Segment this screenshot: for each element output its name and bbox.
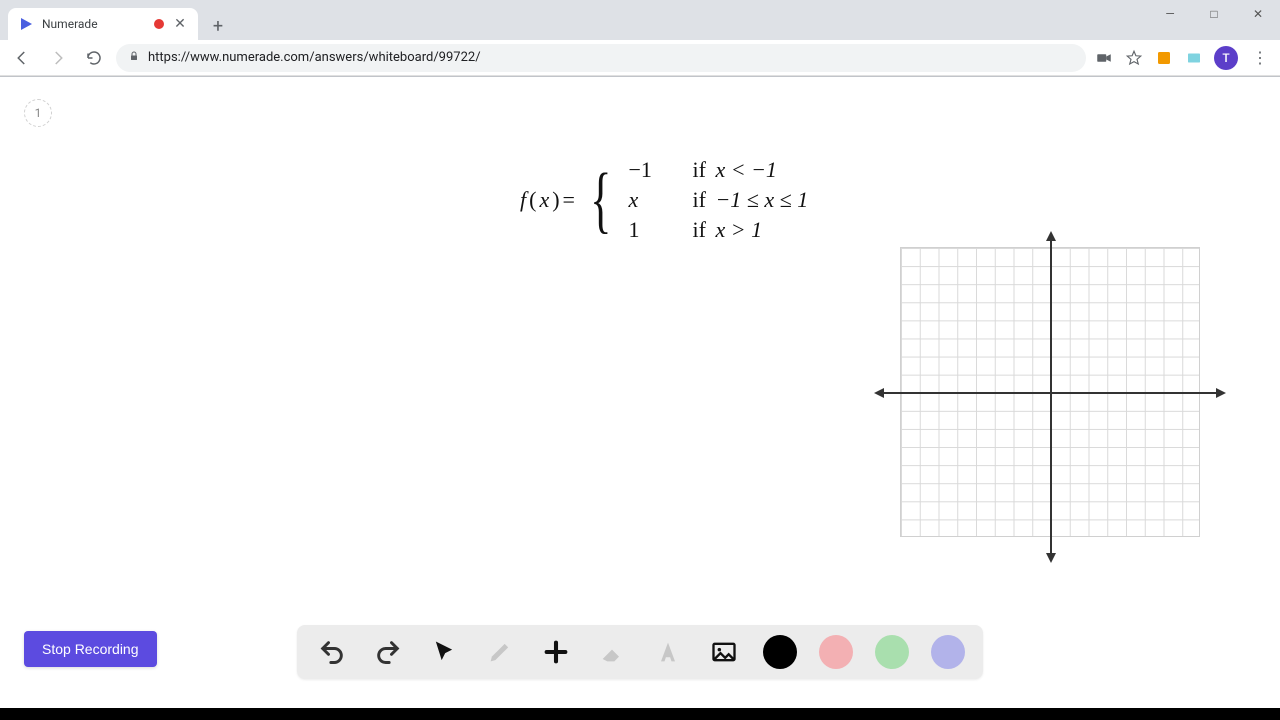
profile-avatar[interactable]: T [1214,46,1238,70]
x-axis [880,392,1220,394]
undo-button[interactable] [315,635,349,669]
cond-expr: x > 1 [715,217,762,242]
image-tool[interactable] [707,635,741,669]
tab-strip: Numerade ✕ + [0,0,1280,40]
formula-f: f [520,187,526,213]
formula-cases: −1 if x < −1 x if −1 ≤ x ≤ 1 1 if x > 1 [629,157,809,243]
window-controls: — □ ✕ [1148,0,1280,28]
window-close-button[interactable]: ✕ [1236,0,1280,28]
stop-recording-button[interactable]: Stop Recording [24,631,157,667]
browser-chrome: — □ ✕ Numerade ✕ + https://www.numerade [0,0,1280,77]
redo-button[interactable] [371,635,405,669]
formula-paren-open: ( [529,187,536,213]
color-green-button[interactable] [875,635,909,669]
whiteboard-toolbar [297,625,983,679]
graph-container [890,237,1210,557]
piecewise-formula: f ( x ) = { −1 if x < −1 x if −1 ≤ x ≤ 1 [520,157,808,243]
video-extension-icon[interactable] [1094,48,1114,68]
color-black-button[interactable] [763,635,797,669]
formula-paren-close: ) [552,187,559,213]
arrow-down-icon [1046,553,1056,563]
case-row-3: 1 if x > 1 [629,217,809,243]
url-text: https://www.numerade.com/answers/whitebo… [148,50,481,65]
case-value: 1 [629,217,665,243]
lock-icon [128,50,140,65]
page-number-badge[interactable]: 1 [24,99,52,127]
toolbar-right: T ⋮ [1094,46,1272,70]
text-tool[interactable] [651,635,685,669]
case-row-1: −1 if x < −1 [629,157,809,183]
extension-icon-2[interactable] [1184,48,1204,68]
browser-menu-button[interactable]: ⋮ [1248,48,1272,67]
color-red-button[interactable] [819,635,853,669]
case-condition: if −1 ≤ x ≤ 1 [693,187,809,213]
case-row-2: x if −1 ≤ x ≤ 1 [629,187,809,213]
recording-indicator-icon [154,19,164,29]
formula-equals: = [563,187,575,213]
case-condition: if x > 1 [693,217,763,243]
case-value: −1 [629,157,665,183]
add-tool[interactable] [539,635,573,669]
case-value: x [629,187,665,213]
coordinate-grid[interactable] [890,237,1210,557]
pencil-tool[interactable] [483,635,517,669]
window-maximize-button[interactable]: □ [1192,0,1236,28]
back-button[interactable] [8,44,36,72]
if-text: if [693,187,706,212]
arrow-right-icon [1216,388,1226,398]
reload-button[interactable] [80,44,108,72]
color-purple-button[interactable] [931,635,965,669]
if-text: if [693,217,706,242]
window-minimize-button[interactable]: — [1148,0,1192,28]
page-content: 1 f ( x ) = { −1 if x < −1 x if −1 ≤ x [0,77,1280,709]
browser-toolbar: https://www.numerade.com/answers/whitebo… [0,40,1280,76]
brace-icon: { [590,163,611,237]
tab-close-button[interactable]: ✕ [172,16,188,32]
cond-expr: x < −1 [715,157,776,182]
arrow-left-icon [874,388,884,398]
formula-lhs: f ( x ) = [520,187,575,213]
tab-favicon-icon [18,16,34,32]
eraser-tool[interactable] [595,635,629,669]
bottom-black-bar [0,708,1280,720]
formula-x: x [539,187,549,213]
y-axis [1050,237,1052,557]
if-text: if [693,157,706,182]
new-tab-button[interactable]: + [204,12,232,40]
tab-title: Numerade [42,17,146,31]
pointer-tool[interactable] [427,635,461,669]
browser-tab[interactable]: Numerade ✕ [8,8,198,40]
star-icon[interactable] [1124,48,1144,68]
forward-button[interactable] [44,44,72,72]
cond-expr: −1 ≤ x ≤ 1 [715,187,808,212]
arrow-up-icon [1046,231,1056,241]
case-condition: if x < −1 [693,157,777,183]
address-bar[interactable]: https://www.numerade.com/answers/whitebo… [116,44,1086,72]
extension-icon-1[interactable] [1154,48,1174,68]
